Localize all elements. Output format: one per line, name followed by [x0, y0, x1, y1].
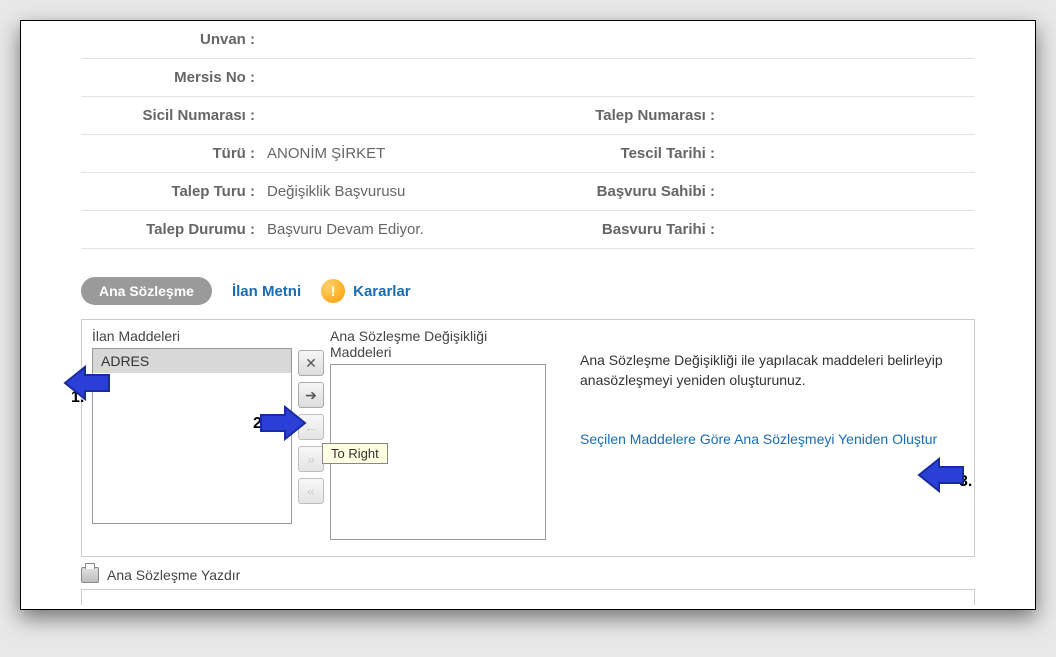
left-list-header: İlan Maddeleri	[92, 328, 292, 344]
company-info-table: Unvan : Mersis No : Sicil Numarası : Tal…	[81, 21, 975, 249]
label-talep-numarasi: Talep Numarası :	[521, 97, 721, 135]
value-unvan	[261, 21, 975, 59]
alert-icon: !	[321, 279, 345, 303]
double-arrow-left-icon: «	[307, 483, 315, 499]
value-turu: ANONİM ŞİRKET	[261, 135, 521, 173]
remove-button[interactable]: ✕	[298, 350, 324, 376]
tab-ana-sozlesme[interactable]: Ana Sözleşme	[81, 277, 212, 305]
label-sicil: Sicil Numarası :	[81, 97, 261, 135]
tab-kararlar-label: Kararlar	[353, 283, 411, 300]
value-basvuru-tarihi	[721, 211, 975, 249]
tab-kararlar[interactable]: ! Kararlar	[321, 279, 411, 303]
tab-ilan-metni[interactable]: İlan Metni	[232, 283, 301, 300]
value-talep-turu: Değişiklik Başvurusu	[261, 173, 521, 211]
value-sicil	[261, 97, 521, 135]
label-turu: Türü :	[81, 135, 261, 173]
right-list-header: Ana Sözleşme Değişikliği Maddeleri	[330, 328, 546, 360]
label-basvuru-sahibi: Başvuru Sahibi :	[521, 173, 721, 211]
lower-panel-top-edge	[81, 589, 975, 605]
label-talep-durumu: Talep Durumu :	[81, 211, 261, 249]
tooltip-to-right: To Right	[322, 443, 388, 464]
label-talep-turu: Talep Turu :	[81, 173, 261, 211]
move-all-right-button[interactable]: »	[298, 446, 324, 472]
move-all-left-button[interactable]: «	[298, 478, 324, 504]
annotation-arrow-3	[917, 453, 973, 497]
double-arrow-right-icon: »	[307, 451, 315, 467]
list-item[interactable]: ADRES	[93, 349, 291, 373]
printer-icon	[81, 567, 99, 583]
value-tescil-tarihi	[721, 135, 975, 173]
value-talep-numarasi	[721, 97, 975, 135]
print-label: Ana Sözleşme Yazdır	[107, 567, 240, 583]
regenerate-contract-link[interactable]: Seçilen Maddelere Göre Ana Sözleşmeyi Ye…	[580, 431, 937, 447]
value-basvuru-sahibi	[721, 173, 975, 211]
label-tescil-tarihi: Tescil Tarihi :	[521, 135, 721, 173]
label-mersis: Mersis No :	[81, 59, 261, 97]
value-talep-durumu: Başvuru Devam Ediyor.	[261, 211, 521, 249]
dual-list-panel: İlan Maddeleri ADRES ✕ ➔ ←	[81, 319, 975, 557]
label-basvuru-tarihi: Basvuru Tarihi :	[521, 211, 721, 249]
print-contract-button[interactable]: Ana Sözleşme Yazdır	[81, 567, 975, 583]
label-unvan: Unvan :	[81, 21, 261, 59]
close-icon: ✕	[305, 355, 317, 372]
annotation-arrow-2	[251, 401, 307, 445]
help-text: Ana Sözleşme Değişikliği ile yapılacak m…	[580, 350, 964, 391]
annotation-arrow-1	[63, 361, 119, 405]
value-mersis	[261, 59, 975, 97]
